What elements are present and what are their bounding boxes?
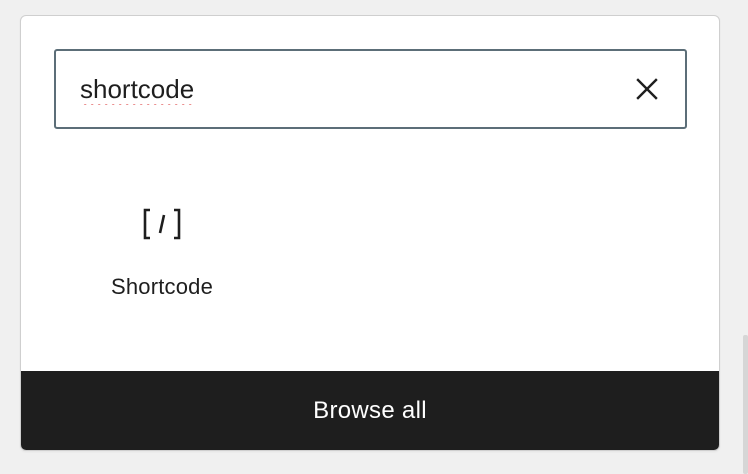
block-inserter-popover: Shortcode Browse all bbox=[20, 15, 720, 451]
block-item-shortcode[interactable]: Shortcode bbox=[57, 186, 267, 336]
search-input[interactable] bbox=[56, 51, 616, 127]
search-results: Shortcode bbox=[57, 186, 267, 336]
shortcode-icon bbox=[142, 204, 182, 244]
scrollbar[interactable] bbox=[743, 335, 748, 474]
page: Shortcode Browse all bbox=[0, 0, 748, 474]
search-box bbox=[54, 49, 687, 129]
browse-all-button[interactable]: Browse all bbox=[21, 371, 719, 450]
block-item-label: Shortcode bbox=[110, 274, 214, 299]
clear-search-button[interactable] bbox=[629, 71, 665, 107]
close-icon bbox=[636, 78, 658, 100]
